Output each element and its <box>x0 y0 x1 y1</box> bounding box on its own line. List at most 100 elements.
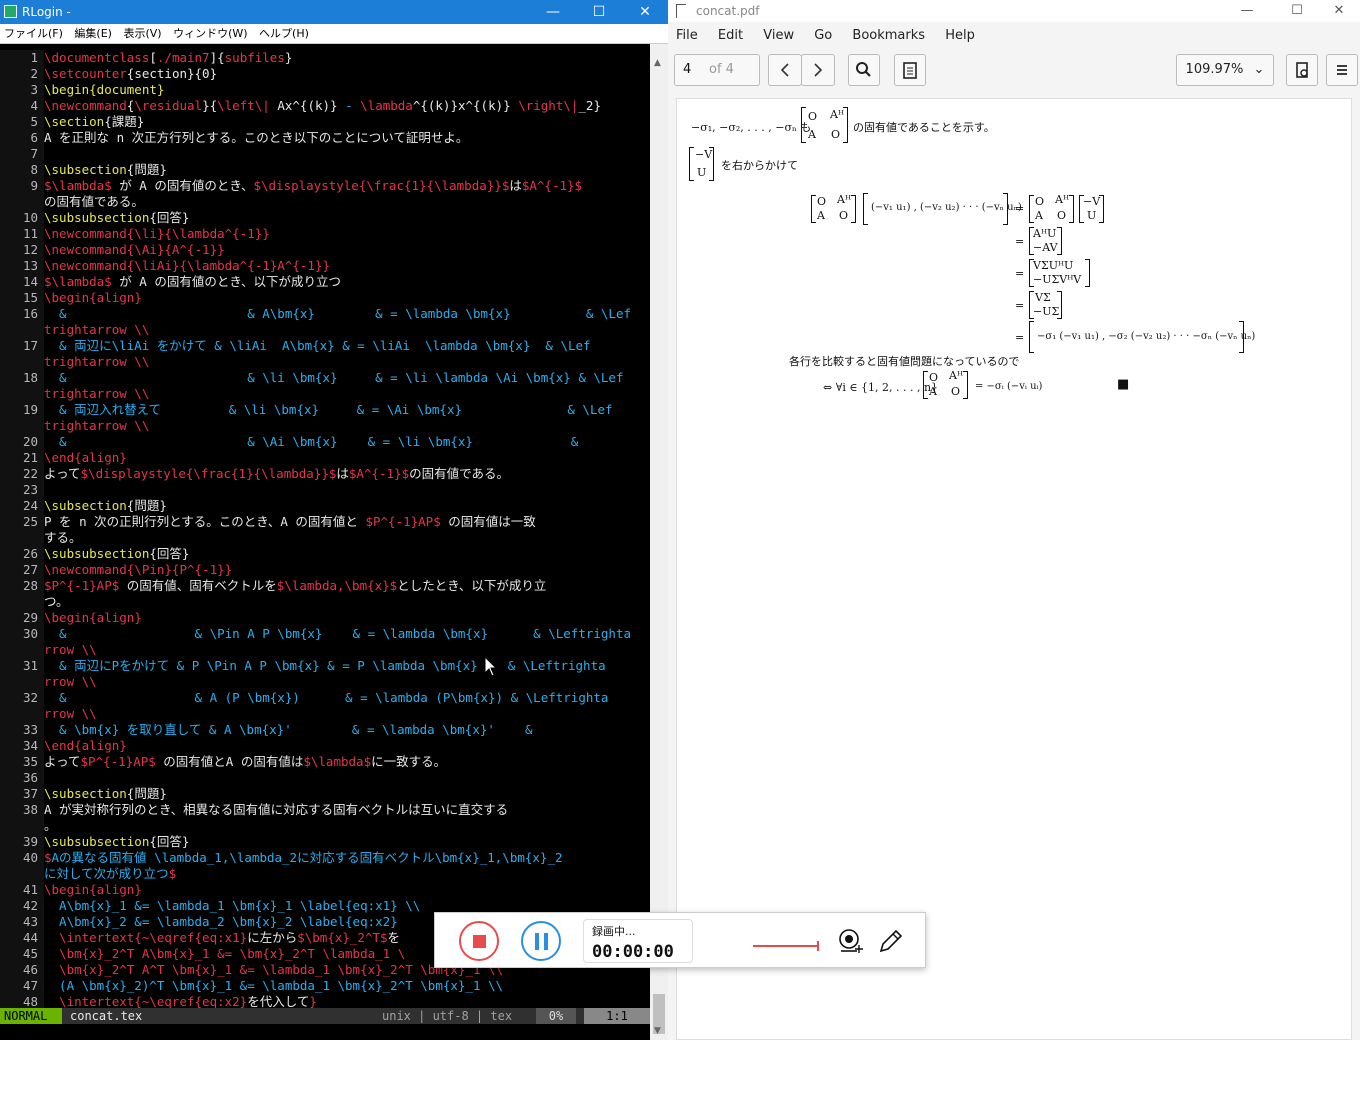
editor-line[interactable]: 28 $P^{-1}AP$ の固有値、固有ベクトルを$\lambda,\bm{x}… <box>0 578 650 594</box>
status-encoding: unix | utf-8 | tex <box>382 1009 513 1023</box>
editor-line[interactable]: 25 P を n 次の正則行列とする。このとき、A の固有値と $P^{-1}AP… <box>0 514 650 530</box>
editor-line[interactable]: trightarrow \\ <box>0 354 650 370</box>
editor-line[interactable]: 9 $\lambda$ が A の固有値のとき、$\displaystyle{\f… <box>0 178 650 194</box>
editor-line[interactable]: 13 \newcommand{\liAi}{\lambda^{-1}A^{-1}} <box>0 258 650 274</box>
editor-line[interactable]: 26 \subsubsection{回答} <box>0 546 650 562</box>
editor-line[interactable]: 37 \subsection{問題} <box>0 786 650 802</box>
editor-line[interactable]: 18 & & \li \bm{x} & = \li \lambda \Ai \b… <box>0 370 650 386</box>
line-text: \subsubsection{回答} <box>44 834 189 850</box>
pdf-maximize-button[interactable]: ☐ <box>1274 0 1320 22</box>
editor-line[interactable]: 36 <box>0 770 650 786</box>
minimize-button[interactable]: — <box>530 0 576 24</box>
editor-line[interactable]: 38 A が実対称行列のとき、相異なる固有値に対応する固有ベクトルは互いに直交する <box>0 802 650 818</box>
pdf-menu-go[interactable]: Go <box>806 24 840 48</box>
menu-view[interactable]: 表示(V) <box>119 24 165 44</box>
editor-line[interactable]: の固有値である。 <box>0 194 650 210</box>
editor-line[interactable]: 39 \subsubsection{回答} <box>0 834 650 850</box>
editor-line[interactable]: 33 & \bm{x} を取り直して & A \bm{x}' & = \lamb… <box>0 722 650 738</box>
webcam-icon[interactable] <box>837 927 865 955</box>
editor-line[interactable]: に対して次が成り立つ$ <box>0 866 650 882</box>
editor-line[interactable]: 12 \newcommand{\Ai}{A^{-1}} <box>0 242 650 258</box>
editor-line[interactable]: 19 & 両辺入れ替えて & \li \bm{x} & = \Ai \bm{x}… <box>0 402 650 418</box>
editor-line[interactable]: 30 & & \Pin A P \bm{x} & = \lambda \bm{x… <box>0 626 650 642</box>
code-token: の固有値である。 <box>409 466 510 481</box>
code-token: \newcommand <box>44 98 127 113</box>
editor-line[interactable]: 20 & & \Ai \bm{x} & = \li \bm{x} & <box>0 434 650 450</box>
line-number <box>0 354 44 370</box>
editor-line[interactable]: trightarrow \\ <box>0 322 650 338</box>
editor-line[interactable]: 4 \newcommand{\residual}{\left\| Ax^{(k)}… <box>0 98 650 114</box>
editor-line[interactable]: 40 $Aの異なる固有値 \lambda_1,\lambda_2に対応する固有ベク… <box>0 850 650 866</box>
vim-command-line[interactable] <box>0 1024 650 1040</box>
terminal-scrollbar[interactable]: ▲ ▼ <box>650 44 668 1040</box>
pdf-close-button[interactable]: ✕ <box>1316 0 1360 22</box>
editor-line[interactable]: trightarrow \\ <box>0 386 650 402</box>
editor-line[interactable]: 3 \begin{document} <box>0 82 650 98</box>
editor-line[interactable]: rrow \\ <box>0 642 650 658</box>
code-token: \newcommand{\liAi}{\lambda^{-1}A^{-1}} <box>44 258 330 273</box>
vim-editor[interactable]: 1 \documentclass[./main7]{subfiles} 2 \setc… <box>0 48 650 1008</box>
editor-line[interactable]: rrow \\ <box>0 706 650 722</box>
menu-edit[interactable]: 編集(E) <box>70 24 116 44</box>
editor-line[interactable]: 7 <box>0 146 650 162</box>
stop-recording-button[interactable] <box>459 921 499 961</box>
editor-line[interactable]: 2 \setcounter{section}{0} <box>0 66 650 82</box>
maximize-button[interactable]: ☐ <box>576 0 622 24</box>
editor-line[interactable]: 22 よって$\displaystyle{\frac{1}{\lambda}}$は… <box>0 466 650 482</box>
editor-line[interactable]: する。 <box>0 530 650 546</box>
editor-line[interactable]: 11 \newcommand{\li}{\lambda^{-1}} <box>0 226 650 242</box>
editor-line[interactable]: 16 & & A\bm{x} & = \lambda \bm{x} & \Lef <box>0 306 650 322</box>
editor-line[interactable]: 1 \documentclass[./main7]{subfiles} <box>0 50 650 66</box>
pdf-menu-help[interactable]: Help <box>937 24 983 48</box>
menu-window[interactable]: ウィンドウ(W) <box>169 24 251 44</box>
code-token: \left\| <box>217 98 270 113</box>
pdf-menu-view[interactable]: View <box>755 24 802 48</box>
line-text: に対して次が成り立つ$ <box>44 866 176 882</box>
editor-line[interactable]: 24 \subsection{問題} <box>0 498 650 514</box>
pdf-menu-bookmarks[interactable]: Bookmarks <box>844 24 933 48</box>
editor-line[interactable]: 32 & & A (P \bm{x}) & = \lambda (P\bm{x}… <box>0 690 650 706</box>
code-token: を代入して <box>247 994 310 1008</box>
editor-line[interactable]: 35 よって$P^{-1}AP$ の固有値とA の固有値は$\lambda$に一致… <box>0 754 650 770</box>
editor-line[interactable]: 5 \section{課題} <box>0 114 650 130</box>
editor-line[interactable]: rrow \\ <box>0 674 650 690</box>
editor-line[interactable]: trightarrow \\ <box>0 418 650 434</box>
main-menu-button[interactable] <box>1326 54 1358 86</box>
pencil-icon[interactable] <box>877 927 905 955</box>
editor-line[interactable]: 14 $\lambda$ が A の固有値のとき、以下が成り立つ <box>0 274 650 290</box>
pdf-minimize-button[interactable]: — <box>1224 0 1270 22</box>
editor-line[interactable]: 48 \intertext{~\eqref{eq:x2}を代入して} <box>0 994 650 1008</box>
editor-line[interactable]: 27 \newcommand{\Pin}{P^{-1}} <box>0 562 650 578</box>
pdf-eq1-vectors: (−v₁ u₁) , (−v₂ u₂) · · · (−vₙ uₙ) <box>871 202 1022 213</box>
code-token: \subsubsection <box>44 210 150 225</box>
pen-color-line[interactable] <box>753 945 817 947</box>
editor-line[interactable]: 29 \begin{align} <box>0 610 650 626</box>
editor-line[interactable]: 6A を正則な n 次正方行列とする。このとき以下のことについて証明せよ。 <box>0 130 650 146</box>
editor-line[interactable]: 。 <box>0 818 650 834</box>
close-button[interactable]: ✕ <box>622 0 668 24</box>
editor-line[interactable]: 34 \end{align} <box>0 738 650 754</box>
editor-line[interactable]: つ。 <box>0 594 650 610</box>
editor-line[interactable]: 31 & 両辺にPをかけて & P \Pin A P \bm{x} & = P … <box>0 658 650 674</box>
document-properties-button[interactable] <box>1286 54 1318 86</box>
prev-page-button[interactable] <box>768 54 802 86</box>
editor-line[interactable]: 8 \subsection{問題} <box>0 162 650 178</box>
editor-line[interactable]: 47 (A \bm{x}_2)^T \bm{x}_1 &= \lambda_1 … <box>0 978 650 994</box>
editor-line[interactable]: 15 \begin{align} <box>0 290 650 306</box>
pdf-menu-file[interactable]: File <box>668 24 706 48</box>
annotations-button[interactable] <box>894 54 926 86</box>
zoom-select[interactable]: 109.97% ⌄ <box>1176 54 1274 86</box>
menu-help[interactable]: ヘルプ(H) <box>255 24 313 44</box>
menu-file[interactable]: ファイル(F) <box>0 24 67 44</box>
page-input[interactable]: 4 <box>675 55 705 85</box>
editor-line[interactable]: 23 <box>0 482 650 498</box>
line-number: 17 <box>0 338 44 354</box>
search-button[interactable] <box>848 54 880 86</box>
pdf-menu-edit[interactable]: Edit <box>710 24 751 48</box>
editor-line[interactable]: 17 & 両辺に\liAi をかけて & \liAi A\bm{x} & = \… <box>0 338 650 354</box>
next-page-button[interactable] <box>801 54 835 86</box>
editor-line[interactable]: 21 \end{align} <box>0 450 650 466</box>
editor-line[interactable]: 41 \begin{align} <box>0 882 650 898</box>
pause-recording-button[interactable] <box>521 921 561 961</box>
editor-line[interactable]: 10 \subsubsection{回答} <box>0 210 650 226</box>
